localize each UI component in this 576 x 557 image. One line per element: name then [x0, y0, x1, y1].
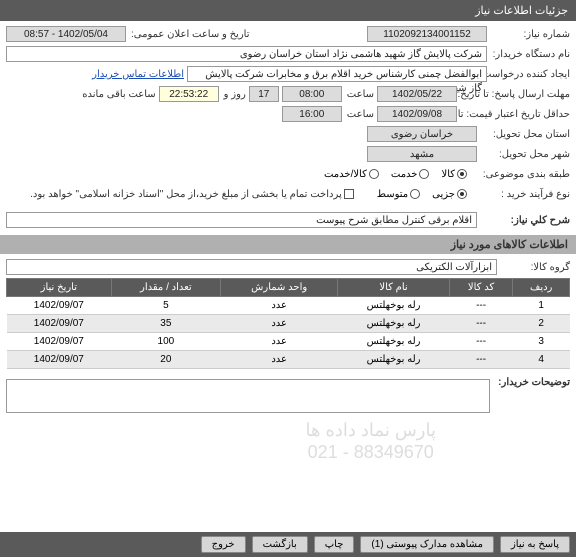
radio-khadamat[interactable]: خدمت — [391, 169, 430, 180]
back-button[interactable]: بازگشت — [252, 536, 308, 553]
validity-time: 16:00 — [282, 106, 342, 122]
days-value: 17 — [249, 86, 279, 102]
form-area: شماره نیاز: 1102092134001152 تاریخ و ساع… — [0, 21, 576, 235]
saat-label-1: ساعت — [345, 89, 374, 100]
table-cell: 1402/09/07 — [7, 351, 112, 369]
table-cell: 100 — [111, 333, 220, 351]
province-value: خراسان رضوی — [367, 126, 477, 142]
table-row: 2---رله بوخهلتسعدد351402/09/07 — [7, 315, 570, 333]
validity-date: 1402/09/08 — [377, 106, 457, 122]
th-unit: واحد شمارش — [221, 279, 338, 297]
table-cell: 35 — [111, 315, 220, 333]
city-label: شهر محل تحویل: — [480, 149, 570, 160]
deadline-label: مهلت ارسال پاسخ: تا تاریخ: — [460, 89, 570, 100]
pay-note-check[interactable]: پرداخت تمام یا بخشی از مبلغ خرید،از محل … — [28, 189, 354, 200]
remain-label: ساعت باقی مانده — [80, 89, 155, 100]
process-label: نوع فرآیند خرید : — [470, 189, 570, 200]
radio-motavaset[interactable]: متوسط — [377, 189, 420, 200]
th-date: تاریخ نیاز — [7, 279, 112, 297]
th-row: ردیف — [513, 279, 570, 297]
table-cell: عدد — [221, 297, 338, 315]
goods-table: ردیف کد کالا نام کالا واحد شمارش تعداد /… — [6, 278, 570, 369]
table-cell: 2 — [513, 315, 570, 333]
radio-jozi[interactable]: جزیی — [432, 189, 467, 200]
table-cell: 1402/09/07 — [7, 297, 112, 315]
table-row: 3---رله بوخهلتسعدد1001402/09/07 — [7, 333, 570, 351]
table-cell: --- — [449, 315, 513, 333]
need-no-value: 1102092134001152 — [367, 26, 487, 42]
table-row: 1---رله بوخهلتسعدد51402/09/07 — [7, 297, 570, 315]
radio-kalakhadamat[interactable]: کالا/خدمت — [324, 169, 379, 180]
print-button[interactable]: چاپ — [314, 536, 355, 553]
table-cell: 1402/09/07 — [7, 315, 112, 333]
table-cell: 1402/09/07 — [7, 333, 112, 351]
table-cell: رله بوخهلتس — [338, 297, 449, 315]
table-cell: --- — [449, 351, 513, 369]
buyer-value: شرکت پالایش گاز شهید هاشمی نژاد استان خر… — [6, 46, 487, 62]
notes-box — [6, 379, 490, 413]
attachments-button[interactable]: مشاهده مدارک پیوستی (1) — [360, 536, 494, 553]
province-label: استان محل تحویل: — [480, 129, 570, 140]
table-cell: عدد — [221, 315, 338, 333]
th-code: کد کالا — [449, 279, 513, 297]
table-cell: رله بوخهلتس — [338, 351, 449, 369]
table-cell: 5 — [111, 297, 220, 315]
watermark: پارس نماد داده ها 021 - 88349670 — [305, 420, 436, 463]
contact-link[interactable]: اطلاعات تماس خریدار — [92, 69, 184, 80]
table-cell: رله بوخهلتس — [338, 333, 449, 351]
table-cell: 3 — [513, 333, 570, 351]
group-value: ابزارآلات الکتریکی — [6, 259, 497, 275]
creator-value: ابوالفضل چمنی کارشناس خرید اقلام برق و م… — [187, 66, 487, 82]
category-radio-group: کالا خدمت کالا/خدمت — [324, 169, 467, 180]
creator-label: ایجاد کننده درخواست: — [490, 69, 570, 80]
table-cell: 1 — [513, 297, 570, 315]
notes-label: توضیحات خریدار: — [493, 377, 570, 388]
table-cell: عدد — [221, 351, 338, 369]
city-value: مشهد — [367, 146, 477, 162]
page-title: جزئیات اطلاعات نیاز — [475, 5, 568, 17]
table-cell: --- — [449, 333, 513, 351]
announce-value: 1402/05/04 - 08:57 — [6, 26, 126, 42]
validity-label: حداقل تاریخ اعتبار قیمت: تا تاریخ: — [460, 109, 570, 120]
table-cell: رله بوخهلتس — [338, 315, 449, 333]
category-label: طبقه بندی موضوعی: — [470, 169, 570, 180]
announce-label: تاریخ و ساعت اعلان عمومی: — [129, 29, 250, 40]
th-qty: تعداد / مقدار — [111, 279, 220, 297]
close-button[interactable]: خروج — [201, 536, 246, 553]
group-label: گروه کالا: — [500, 262, 570, 273]
th-name: نام کالا — [338, 279, 449, 297]
desc-label: شرح کلي نياز: — [480, 215, 570, 226]
radio-kala[interactable]: کالا — [441, 169, 467, 180]
saat-label-2: ساعت — [345, 109, 374, 120]
table-cell: عدد — [221, 333, 338, 351]
deadline-time: 08:00 — [282, 86, 342, 102]
footer-bar: پاسخ به نیاز مشاهده مدارک پیوستی (1) چاپ… — [0, 532, 576, 557]
rooz-va-label: روز و — [222, 89, 246, 100]
goods-section-header: اطلاعات کالاهای مورد نیاز — [0, 235, 576, 254]
table-row: 4---رله بوخهلتسعدد201402/09/07 — [7, 351, 570, 369]
page-root: جزئیات اطلاعات نیاز شماره نیاز: 11020921… — [0, 0, 576, 557]
table-cell: 20 — [111, 351, 220, 369]
reply-button[interactable]: پاسخ به نیاز — [500, 536, 570, 553]
need-no-label: شماره نیاز: — [490, 29, 570, 40]
goods-area: گروه کالا: ابزارآلات الکتریکی ردیف کد کا… — [0, 254, 576, 419]
remain-time: 22:53:22 — [159, 86, 219, 102]
page-header: جزئیات اطلاعات نیاز — [0, 0, 576, 21]
table-cell: 4 — [513, 351, 570, 369]
deadline-date: 1402/05/22 — [377, 86, 457, 102]
desc-value: اقلام برقی کنترل مطابق شرح پیوست — [6, 212, 477, 228]
buyer-label: نام دستگاه خریدار: — [490, 49, 570, 60]
process-radio-group: جزیی متوسط — [377, 189, 467, 200]
table-cell: --- — [449, 297, 513, 315]
